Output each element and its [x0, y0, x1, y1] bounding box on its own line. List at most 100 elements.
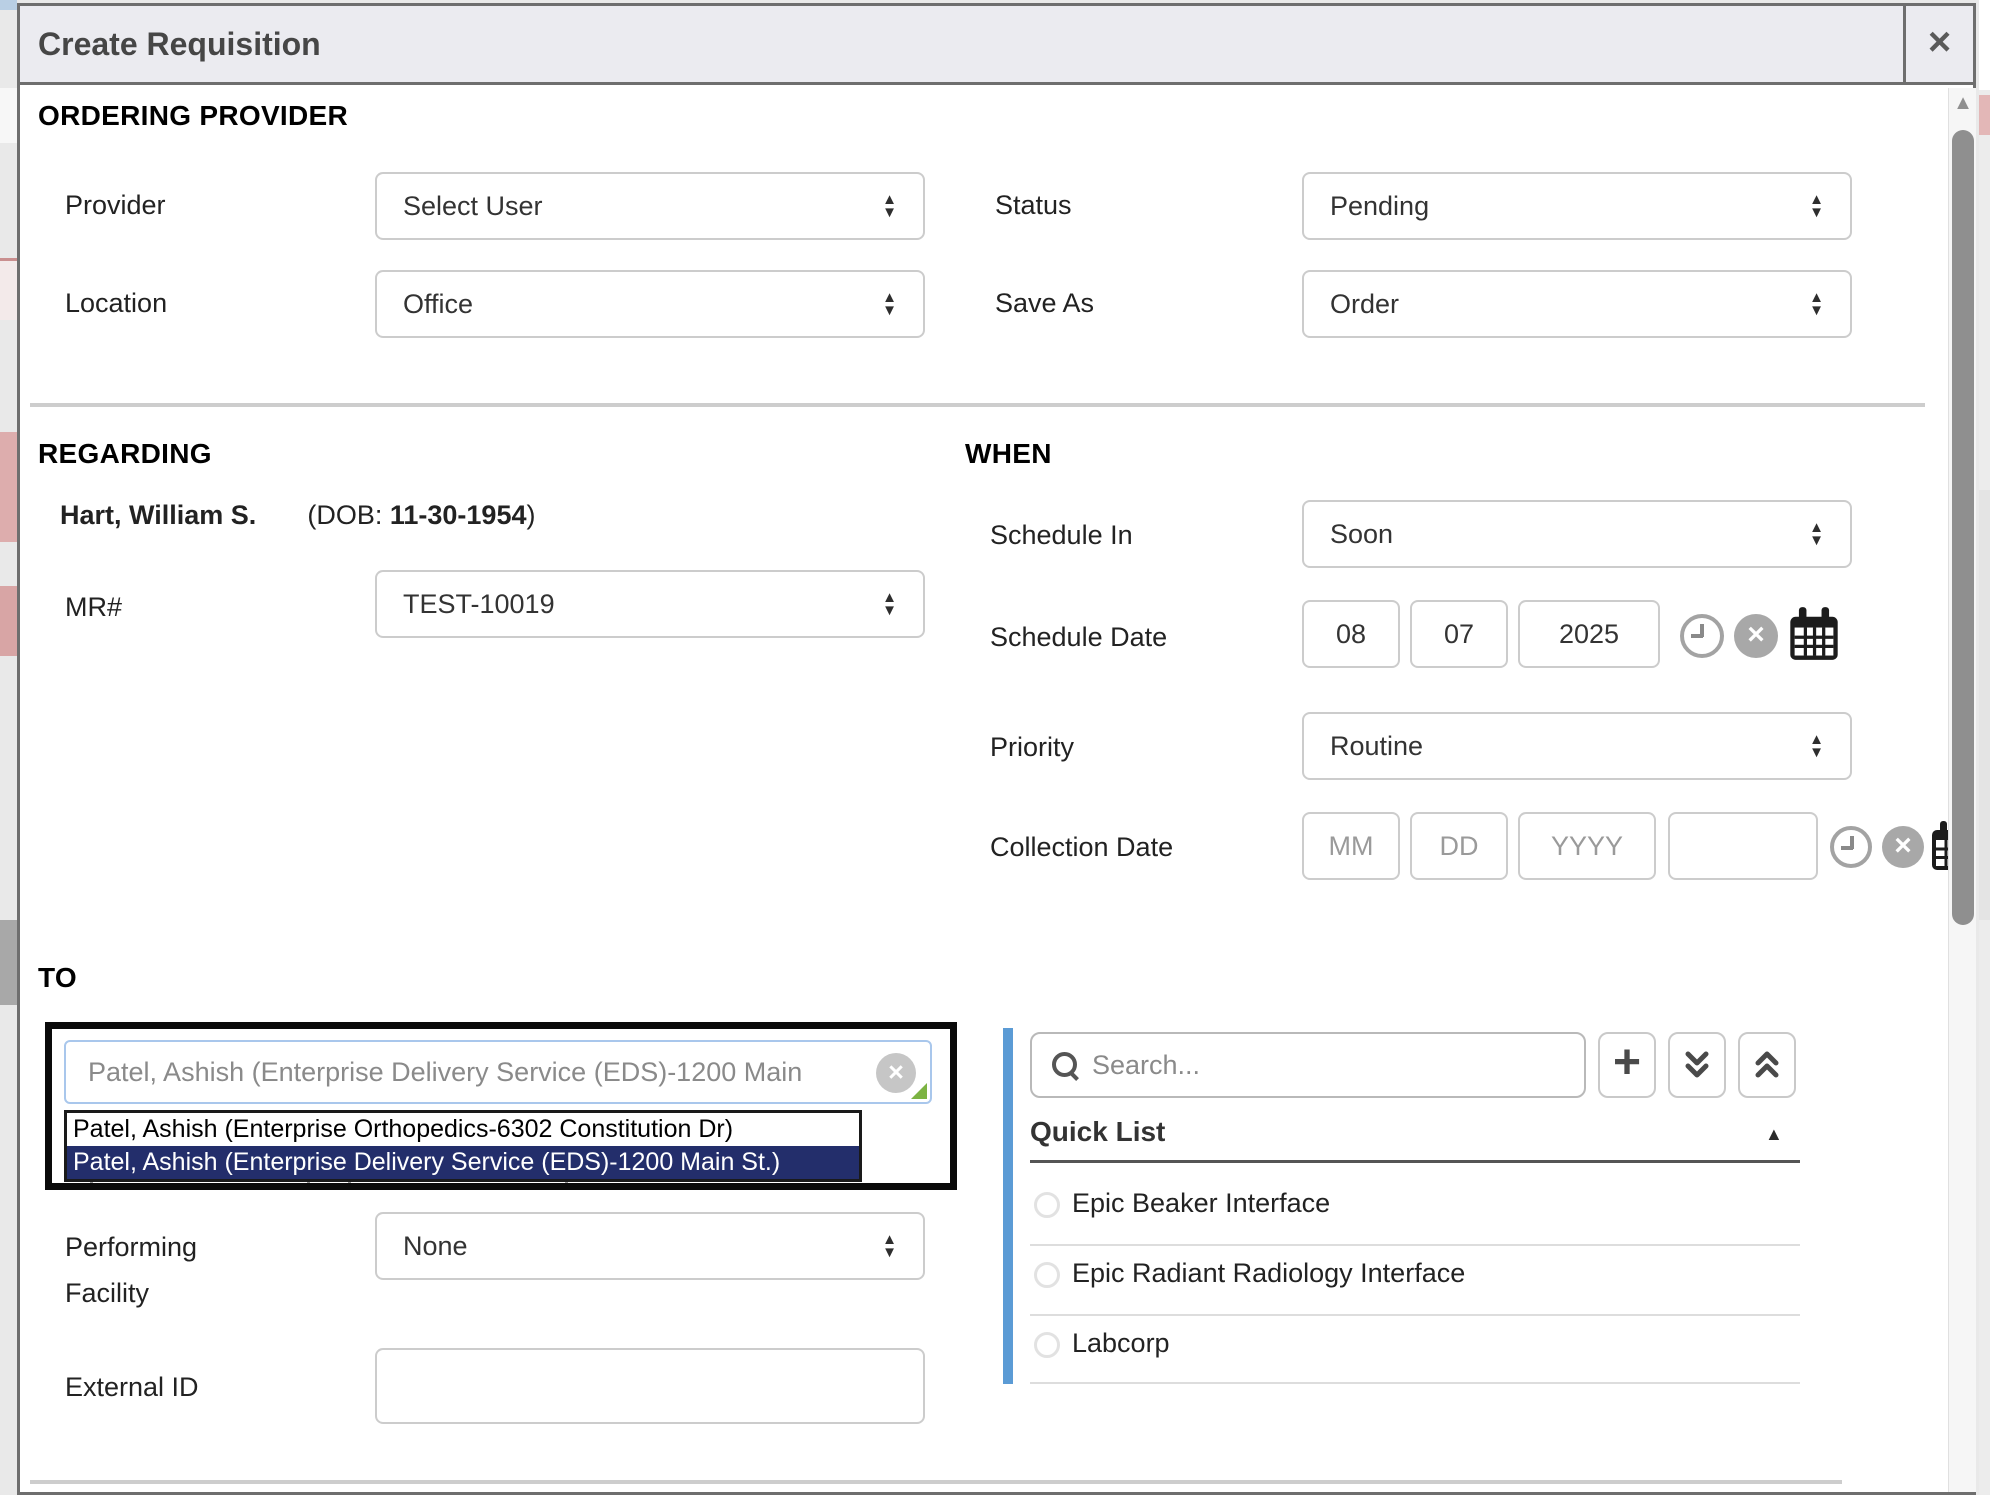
- quick-list-radio[interactable]: [1034, 1262, 1060, 1288]
- external-id-input[interactable]: [375, 1348, 925, 1424]
- select-arrows-icon: ▲▼: [1809, 193, 1824, 219]
- location-select[interactable]: Office ▲▼: [375, 270, 925, 338]
- select-arrows-icon: ▲▼: [1809, 291, 1824, 317]
- background-page-fragment: [0, 432, 17, 542]
- recipient-option[interactable]: Patel, Ashish (Enterprise Orthopedics-63…: [67, 1113, 859, 1146]
- quick-list-radio[interactable]: [1034, 1192, 1060, 1218]
- quick-list-header: Quick List: [1030, 1116, 1165, 1148]
- list-divider: [1030, 1314, 1800, 1316]
- background-page-fragment: [1979, 0, 1990, 90]
- collection-date-month-input[interactable]: [1302, 812, 1400, 880]
- bottom-divider: [30, 1480, 1842, 1484]
- select-arrows-icon: ▲▼: [882, 193, 897, 219]
- section-ordering-provider: ORDERING PROVIDER: [38, 100, 348, 132]
- priority-label: Priority: [990, 732, 1074, 763]
- schedule-date-year-input[interactable]: [1518, 600, 1660, 668]
- schedule-date-time-icon[interactable]: [1680, 614, 1724, 658]
- status-label: Status: [995, 190, 1072, 221]
- background-page-fragment: [0, 920, 17, 1005]
- schedule-date-calendar-icon[interactable]: [1788, 606, 1840, 662]
- performing-facility-label-line1: Performing: [65, 1232, 197, 1263]
- mr-label: MR#: [65, 592, 122, 623]
- background-page-fragment: [1979, 95, 1990, 135]
- quick-list-radio[interactable]: [1034, 1332, 1060, 1358]
- status-select-value: Pending: [1330, 191, 1799, 222]
- recipient-input-value: Patel, Ashish (Enterprise Delivery Servi…: [88, 1057, 878, 1088]
- close-button[interactable]: ×: [1903, 6, 1973, 82]
- section-regarding: REGARDING: [38, 438, 212, 470]
- provider-select[interactable]: Select User ▲▼: [375, 172, 925, 240]
- select-arrows-icon: ▲▼: [882, 1233, 897, 1259]
- provider-label: Provider: [65, 190, 166, 221]
- background-page-fragment: [0, 586, 17, 656]
- select-arrows-icon: ▲▼: [1809, 521, 1824, 547]
- save-as-select-value: Order: [1330, 289, 1799, 320]
- priority-select[interactable]: Routine ▲▼: [1302, 712, 1852, 780]
- list-divider: [1030, 1244, 1800, 1246]
- plus-icon: +: [1613, 1039, 1641, 1087]
- patient-dob: 11-30-1954: [390, 500, 527, 530]
- patient-name: Hart, William S.: [60, 500, 256, 530]
- collapse-all-button[interactable]: [1738, 1032, 1796, 1098]
- status-select[interactable]: Pending ▲▼: [1302, 172, 1852, 240]
- schedule-in-value: Soon: [1330, 519, 1799, 550]
- quick-list-item[interactable]: Epic Beaker Interface: [1072, 1188, 1330, 1219]
- section-divider: [30, 403, 1925, 407]
- performing-facility-label-line2: Facility: [65, 1278, 149, 1309]
- mr-select-value: TEST-10019: [403, 589, 872, 620]
- section-to: TO: [38, 962, 77, 994]
- location-label: Location: [65, 288, 167, 319]
- schedule-date-label: Schedule Date: [990, 622, 1167, 653]
- background-page-left-strip: [0, 0, 17, 1495]
- quick-list-item[interactable]: Labcorp: [1072, 1328, 1170, 1359]
- recipient-highlight-box: Patel, Ashish (Enterprise Delivery Servi…: [45, 1022, 957, 1190]
- external-id-label: External ID: [65, 1372, 199, 1403]
- add-recipient-button[interactable]: +: [1598, 1032, 1656, 1098]
- expand-all-button[interactable]: [1668, 1032, 1726, 1098]
- background-page-fragment: [0, 88, 17, 143]
- performing-facility-select[interactable]: None ▲▼: [375, 1212, 925, 1280]
- save-as-label: Save As: [995, 288, 1094, 319]
- quick-list-item[interactable]: Epic Radiant Radiology Interface: [1072, 1258, 1465, 1289]
- directory-search-input[interactable]: Search...: [1030, 1032, 1586, 1098]
- double-chevron-down-icon: [1679, 1047, 1715, 1083]
- background-page-fragment: [0, 0, 17, 10]
- collection-date-clear-icon[interactable]: ×: [1882, 826, 1924, 868]
- modal-title: Create Requisition: [38, 6, 321, 82]
- close-icon: ×: [1928, 20, 1951, 64]
- quick-list-collapse-icon[interactable]: ▲: [1765, 1124, 1783, 1145]
- modal-titlebar: Create Requisition ×: [17, 3, 1976, 85]
- mr-select[interactable]: TEST-10019 ▲▼: [375, 570, 925, 638]
- save-as-select[interactable]: Order ▲▼: [1302, 270, 1852, 338]
- select-arrows-icon: ▲▼: [882, 291, 897, 317]
- provider-select-value: Select User: [403, 191, 872, 222]
- background-page-fragment: [0, 258, 17, 320]
- recipient-option-highlighted[interactable]: Patel, Ashish (Enterprise Delivery Servi…: [67, 1146, 859, 1179]
- scrollbar-thumb[interactable]: [1952, 130, 1974, 925]
- priority-value: Routine: [1330, 731, 1799, 762]
- double-chevron-up-icon: [1749, 1047, 1785, 1083]
- collection-date-time-icon[interactable]: [1830, 826, 1872, 868]
- schedule-in-select[interactable]: Soon ▲▼: [1302, 500, 1852, 568]
- resize-handle-icon[interactable]: [911, 1083, 927, 1099]
- schedule-date-month-input[interactable]: [1302, 600, 1400, 668]
- background-page-fragment: [1979, 490, 1990, 920]
- schedule-date-day-input[interactable]: [1410, 600, 1508, 668]
- collection-date-day-input[interactable]: [1410, 812, 1508, 880]
- panel-accent-bar: [1003, 1028, 1013, 1384]
- scrollbar-up-arrow-icon[interactable]: ▲: [1949, 92, 1977, 115]
- collection-date-time-input[interactable]: [1668, 812, 1818, 880]
- location-select-value: Office: [403, 289, 872, 320]
- search-placeholder: Search...: [1092, 1050, 1200, 1081]
- select-arrows-icon: ▲▼: [882, 591, 897, 617]
- search-icon: [1052, 1052, 1078, 1078]
- list-divider: [1030, 1382, 1800, 1384]
- schedule-date-clear-icon[interactable]: ×: [1734, 614, 1778, 658]
- vertical-scrollbar[interactable]: ▲: [1948, 88, 1976, 1492]
- recipient-suggestion-list: Patel, Ashish (Enterprise Orthopedics-63…: [64, 1110, 862, 1182]
- collection-date-year-input[interactable]: [1518, 812, 1656, 880]
- recipient-autocomplete-input[interactable]: Patel, Ashish (Enterprise Delivery Servi…: [64, 1040, 932, 1104]
- recipient-clear-icon[interactable]: ×: [876, 1053, 916, 1093]
- patient-summary: Hart, William S. (DOB: 11-30-1954): [60, 500, 535, 531]
- section-when: WHEN: [965, 438, 1052, 470]
